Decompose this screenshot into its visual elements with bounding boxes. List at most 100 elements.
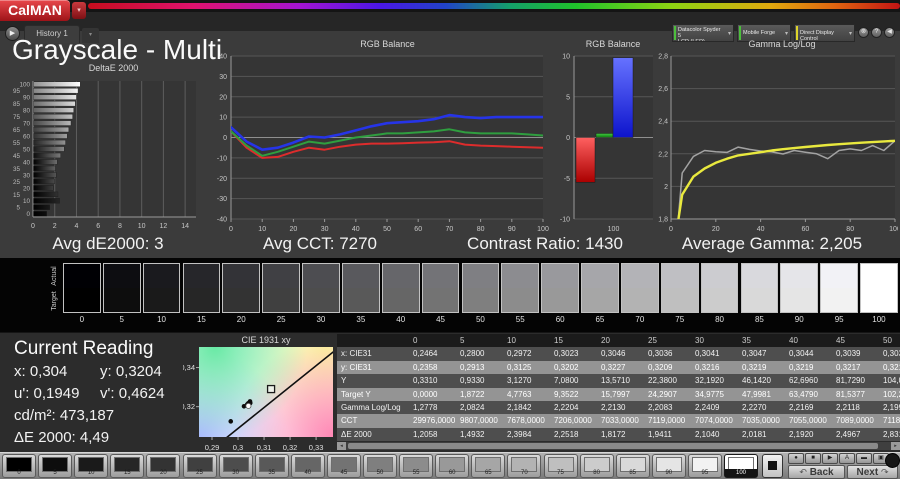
pattern-level-85-button[interactable]: 85: [615, 454, 650, 478]
swatch-level-label: 60: [555, 315, 565, 324]
pattern-level-40-button[interactable]: 40: [290, 454, 325, 478]
play-button[interactable]: ▶: [822, 453, 838, 464]
value-cell: 0,2464: [413, 349, 438, 359]
grayscale-strip: Actual Target 0 5 10 15 20 25 30 35 40 45 50 55 60 65…: [0, 258, 900, 332]
svg-text:20: 20: [23, 185, 31, 192]
value-cell: 2,2270: [742, 402, 767, 412]
swatch-actual-half: [183, 264, 220, 288]
stop-button[interactable]: ■: [805, 453, 821, 464]
grayscale-swatch-50: [461, 263, 500, 313]
pattern-level-80-button[interactable]: 80: [579, 454, 614, 478]
help-button[interactable]: ?: [871, 27, 882, 38]
value-cell: 1,2058: [413, 429, 438, 439]
swatch-target-half: [343, 288, 379, 312]
dash-button[interactable]: ▬: [856, 453, 872, 464]
spectrum-strip: [88, 3, 900, 9]
pattern-level-75-button[interactable]: 75: [543, 454, 578, 478]
pattern-level-5-button[interactable]: 5: [38, 454, 73, 478]
average-gamma-stat: Average Gamma: 2,205: [681, 234, 863, 253]
value-cell: 0,2972: [507, 349, 532, 359]
stop-pattern-button[interactable]: [762, 454, 783, 478]
svg-text:80: 80: [846, 226, 854, 233]
pattern-a-button[interactable]: A: [839, 453, 855, 464]
pattern-level-70-button[interactable]: 70: [507, 454, 542, 478]
next-button-label: Next: [856, 467, 879, 478]
pattern-level-90-button[interactable]: 90: [651, 454, 686, 478]
svg-text:100: 100: [889, 226, 898, 233]
swatch-actual-half: [741, 264, 778, 288]
value-cell: 2,0181: [742, 429, 767, 439]
pattern-level-0-button[interactable]: 0: [2, 454, 36, 478]
rgb-balance-bar-chart: RGB Balance -10 -5 0 5 10 100: [552, 38, 660, 235]
value-cell: 0,3202: [554, 362, 579, 372]
value-cell: 2,2204: [554, 402, 579, 412]
value-cell: 2,8310: [883, 429, 900, 439]
value-cell: 0,3227: [601, 362, 626, 372]
pattern-level-35-button[interactable]: 35: [254, 454, 289, 478]
strip-target-label: Target: [51, 291, 58, 311]
svg-text:0: 0: [566, 135, 570, 142]
swatch-level-label: 30: [316, 315, 326, 324]
swatch-level-label: 75: [675, 315, 685, 324]
svg-text:4: 4: [75, 223, 79, 230]
value-cell: 0,3211: [883, 362, 900, 372]
grayscale-swatch-35: [342, 263, 380, 313]
back-button[interactable]: ↶ Back: [788, 465, 845, 479]
svg-text:-10: -10: [217, 155, 227, 162]
power-button[interactable]: [885, 453, 900, 468]
gamma-chart: Gamma Log/Log 1,8 2 2,2 2,4 2,6 2,8 0 20 40 60 80 1…: [648, 38, 900, 235]
table-row: CCT 29976,0000 9807,0000 7678,0000 7206,0000…: [337, 414, 900, 428]
swatch-target-half: [741, 288, 778, 312]
swatch-target-half: [502, 288, 539, 312]
pattern-level-95-button[interactable]: 95: [687, 454, 722, 478]
pattern-level-100-button[interactable]: 100: [724, 454, 758, 478]
swatch-target-half: [701, 288, 738, 312]
swatch-actual-half: [64, 264, 100, 288]
scroll-right-icon[interactable]: ▸: [891, 442, 900, 450]
value-cell: 0,0000: [413, 389, 438, 399]
svg-text:8: 8: [118, 223, 122, 230]
gamma-chart-title: Gamma Log/Log: [748, 39, 816, 49]
swatch-target-half: [542, 288, 578, 312]
scrollbar-thumb[interactable]: [348, 443, 878, 449]
value-cell: 2,0824: [460, 402, 485, 412]
value-cell: 2,1920: [789, 429, 814, 439]
swatch-level-label: 35: [356, 315, 366, 324]
chevron-down-icon: ▾: [784, 31, 788, 37]
value-cell: 0,2913: [460, 362, 485, 372]
value-cell: 0,3217: [836, 362, 861, 372]
svg-text:50: 50: [383, 226, 391, 233]
pattern-level-10-button[interactable]: 10: [74, 454, 109, 478]
value-cell: 9,3522: [554, 389, 579, 399]
pattern-level-65-button[interactable]: 65: [471, 454, 506, 478]
record-button[interactable]: ●: [788, 453, 804, 464]
value-cell: 0,3216: [695, 362, 720, 372]
pattern-level-50-button[interactable]: 50: [363, 454, 397, 478]
pattern-level-30-button[interactable]: 30: [218, 454, 253, 478]
swatch-actual-half: [861, 264, 897, 288]
row-label-cell: Gamma Log/Log: [341, 402, 401, 412]
row-label-cell: [337, 334, 413, 347]
settings-button[interactable]: ⊗: [858, 27, 869, 38]
scroll-left-icon[interactable]: ◂: [337, 442, 346, 450]
swatch-actual-half: [263, 264, 299, 288]
collapse-button[interactable]: ◀: [884, 27, 895, 38]
rgb-balance-line-title: RGB Balance: [360, 39, 415, 49]
pattern-level-55-button[interactable]: 55: [399, 454, 434, 478]
swatch-target-half: [263, 288, 299, 312]
svg-text:0: 0: [26, 211, 30, 218]
pattern-level-60-button[interactable]: 60: [435, 454, 470, 478]
pattern-level-buttons: 0 5 10 15 20 25 30 35 40 45 50 55 60 65 70 75 80 85 90 95 10…: [2, 453, 760, 479]
svg-text:15: 15: [13, 192, 21, 199]
table-scrollbar[interactable]: ◂ ▸: [337, 442, 900, 450]
svg-text:100: 100: [537, 226, 549, 233]
swatch-actual-half: [582, 264, 618, 288]
pattern-level-20-button[interactable]: 20: [146, 454, 181, 478]
logo-menu-arrow-icon[interactable]: ▾: [72, 2, 86, 19]
calman-logo-button[interactable]: CalMAN: [0, 0, 70, 21]
pattern-level-25-button[interactable]: 25: [182, 454, 217, 478]
value-cell: 15: [554, 336, 563, 345]
pattern-level-45-button[interactable]: 45: [326, 454, 361, 478]
pattern-level-number: 45: [340, 470, 348, 476]
pattern-level-15-button[interactable]: 15: [110, 454, 145, 478]
